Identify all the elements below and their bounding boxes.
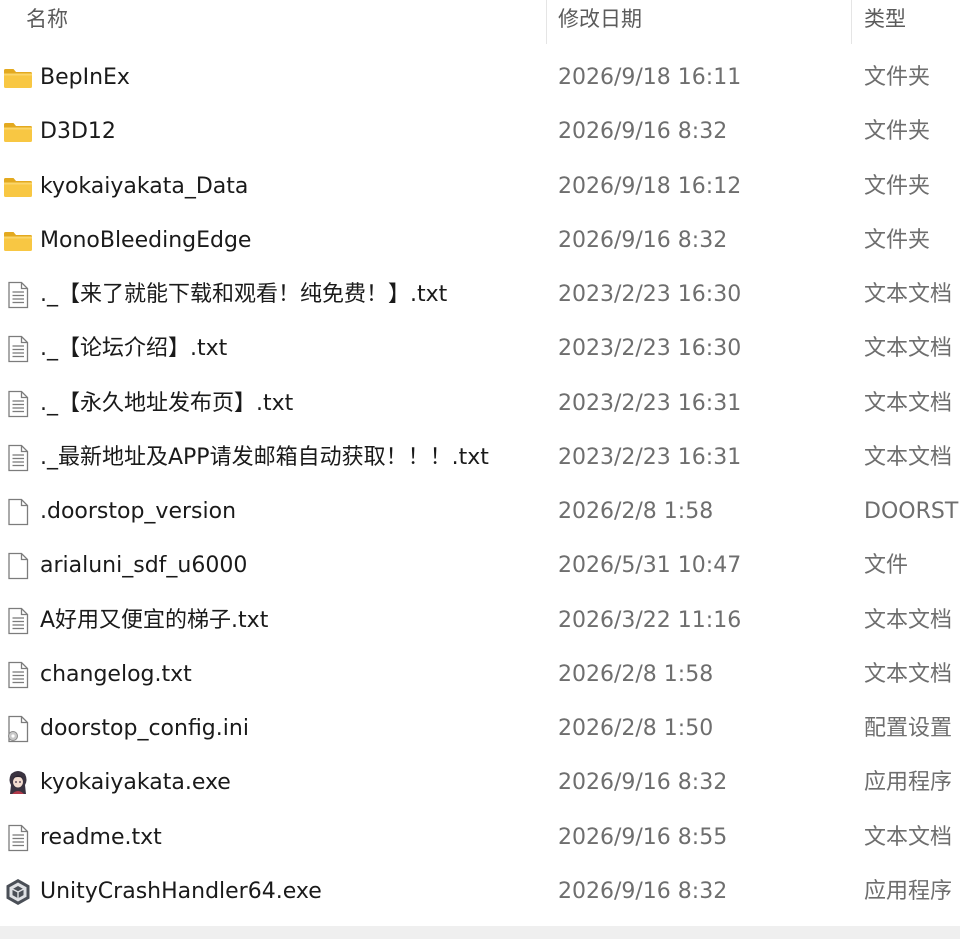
file-date-modified: 2026/2/8 1:50 <box>558 716 714 741</box>
file-row[interactable]: doorstop_config.ini 2026/2/8 1:50 配置设置 <box>0 702 960 756</box>
file-date-modified: 2026/3/22 11:16 <box>558 607 742 633</box>
file-date-modified: 2023/2/23 16:31 <box>558 444 742 470</box>
file-row[interactable]: ._最新地址及APP请发邮箱自动获取！！！.txt 2023/2/23 16:31… <box>0 431 960 485</box>
file-row[interactable]: ._【永久地址发布页】.txt 2023/2/23 16:31 文本文档 <box>0 377 960 431</box>
blank-file-icon <box>3 551 33 581</box>
file-type: 文件 <box>864 553 909 579</box>
file-name[interactable]: readme.txt <box>40 811 162 865</box>
app-character-icon <box>3 768 33 798</box>
file-name[interactable]: ._【论坛介绍】.txt <box>40 322 227 376</box>
file-row[interactable]: MonoBleedingEdge 2026/9/16 8:32 文件夹 <box>0 214 960 268</box>
file-date-modified: 2026/5/31 10:47 <box>558 553 742 579</box>
text-file-icon <box>3 660 33 690</box>
column-divider[interactable] <box>546 0 547 44</box>
file-date-modified: 2023/2/23 16:31 <box>558 390 742 416</box>
folder-icon <box>3 172 33 202</box>
file-date-modified: 2026/9/16 8:32 <box>558 770 728 796</box>
file-row[interactable]: .doorstop_version 2026/2/8 1:58 DOORST <box>0 485 960 539</box>
file-list: BepInEx 2026/9/18 16:11 文件夹 D3D12 2026/9/16 … <box>0 51 960 919</box>
file-row[interactable]: BepInEx 2026/9/18 16:11 文件夹 <box>0 51 960 105</box>
file-name[interactable]: UnityCrashHandler64.exe <box>40 865 322 919</box>
file-name[interactable]: BepInEx <box>40 51 130 105</box>
text-file-icon <box>3 389 33 419</box>
file-name[interactable]: ._【来了就能下载和观看！纯免费！】.txt <box>40 268 447 322</box>
text-file-icon <box>3 334 33 364</box>
file-type: 文件夹 <box>864 173 931 199</box>
file-type: DOORST <box>864 499 959 524</box>
column-header-date-modified[interactable]: 修改日期 <box>558 0 642 40</box>
text-file-icon <box>3 606 33 636</box>
file-name[interactable]: A好用又便宜的梯子.txt <box>40 594 268 648</box>
file-date-modified: 2026/9/16 8:55 <box>558 824 728 850</box>
unity-icon <box>3 877 33 907</box>
folder-icon <box>3 117 33 147</box>
file-name[interactable]: doorstop_config.ini <box>40 702 249 756</box>
folder-icon <box>3 226 33 256</box>
column-header-bar: 名称 修改日期 类型 <box>0 0 960 44</box>
file-type: 文本文档 <box>864 824 953 850</box>
text-file-icon <box>3 280 33 310</box>
file-type: 文件夹 <box>864 119 931 145</box>
file-name[interactable]: D3D12 <box>40 105 116 159</box>
file-name[interactable]: MonoBleedingEdge <box>40 214 251 268</box>
file-type: 文件夹 <box>864 65 931 90</box>
file-type: 文本文档 <box>864 282 953 307</box>
file-date-modified: 2026/9/16 8:32 <box>558 227 728 253</box>
file-date-modified: 2026/2/8 1:58 <box>558 661 714 687</box>
text-file-icon <box>3 823 33 853</box>
column-header-name[interactable]: 名称 <box>26 0 68 40</box>
file-row[interactable]: ._【来了就能下载和观看！纯免费！】.txt 2023/2/23 16:30 文本文… <box>0 268 960 322</box>
file-type: 应用程序 <box>864 878 953 904</box>
folder-icon <box>3 63 33 93</box>
file-name[interactable]: ._【永久地址发布页】.txt <box>40 377 293 431</box>
file-row[interactable]: changelog.txt 2026/2/8 1:58 文本文档 <box>0 648 960 702</box>
file-row[interactable]: kyokaiyakata_Data 2026/9/18 16:12 文件夹 <box>0 160 960 214</box>
file-date-modified: 2023/2/23 16:30 <box>558 336 742 362</box>
column-header-type[interactable]: 类型 <box>864 0 906 40</box>
text-file-icon <box>3 443 33 473</box>
horizontal-scrollbar[interactable] <box>0 926 960 939</box>
file-name[interactable]: .doorstop_version <box>40 485 236 539</box>
column-divider[interactable] <box>851 0 852 44</box>
blank-file-icon <box>3 497 33 527</box>
file-row[interactable]: arialuni_sdf_u6000 2026/5/31 10:47 文件 <box>0 539 960 593</box>
file-date-modified: 2026/9/16 8:32 <box>558 878 728 904</box>
file-date-modified: 2023/2/23 16:30 <box>558 282 742 307</box>
file-row[interactable]: D3D12 2026/9/16 8:32 文件夹 <box>0 105 960 159</box>
config-file-icon <box>3 714 33 744</box>
file-type: 文件夹 <box>864 227 931 253</box>
file-type: 应用程序 <box>864 770 953 796</box>
file-type: 文本文档 <box>864 444 953 470</box>
file-type: 文本文档 <box>864 336 953 362</box>
file-name[interactable]: ._最新地址及APP请发邮箱自动获取！！！.txt <box>40 431 489 485</box>
file-date-modified: 2026/9/18 16:11 <box>558 65 742 90</box>
file-date-modified: 2026/2/8 1:58 <box>558 499 714 524</box>
file-name[interactable]: changelog.txt <box>40 648 192 702</box>
file-date-modified: 2026/9/18 16:12 <box>558 173 742 199</box>
file-name[interactable]: arialuni_sdf_u6000 <box>40 539 247 593</box>
file-row[interactable]: readme.txt 2026/9/16 8:55 文本文档 <box>0 811 960 865</box>
file-row[interactable]: A好用又便宜的梯子.txt 2026/3/22 11:16 文本文档 <box>0 594 960 648</box>
file-row[interactable]: kyokaiyakata.exe 2026/9/16 8:32 应用程序 <box>0 756 960 810</box>
file-date-modified: 2026/9/16 8:32 <box>558 119 728 145</box>
file-name[interactable]: kyokaiyakata_Data <box>40 160 248 214</box>
file-row[interactable]: UnityCrashHandler64.exe 2026/9/16 8:32 应用程… <box>0 865 960 919</box>
file-type: 文本文档 <box>864 390 953 416</box>
file-name[interactable]: kyokaiyakata.exe <box>40 756 231 810</box>
file-type: 文本文档 <box>864 661 953 687</box>
file-row[interactable]: ._【论坛介绍】.txt 2023/2/23 16:30 文本文档 <box>0 322 960 376</box>
file-type: 文本文档 <box>864 607 953 633</box>
file-type: 配置设置 <box>864 716 953 741</box>
